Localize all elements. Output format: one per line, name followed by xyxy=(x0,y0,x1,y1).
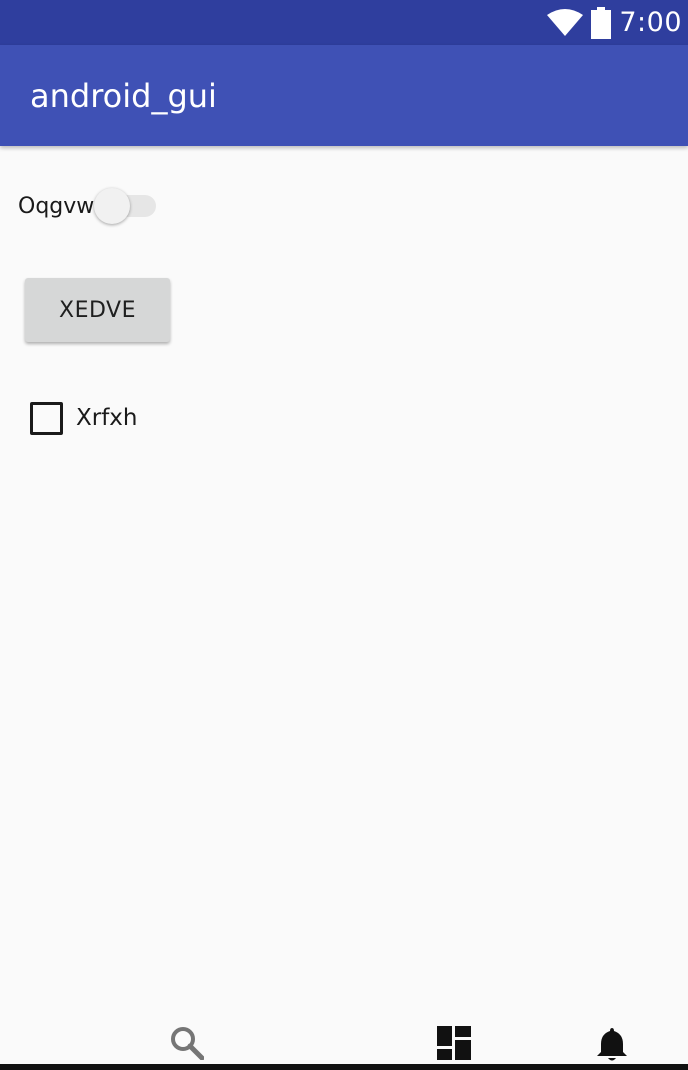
app-title: android_gui xyxy=(30,76,217,115)
status-bar: 7:00 xyxy=(0,0,688,45)
status-time: 7:00 xyxy=(619,7,682,38)
checkbox[interactable] xyxy=(30,401,63,435)
switch-row[interactable]: Oqgvw xyxy=(18,186,158,226)
checkbox-row[interactable]: Xrfxh xyxy=(30,400,138,436)
checkbox-label: Xrfxh xyxy=(76,405,138,431)
battery-icon xyxy=(591,6,612,39)
switch-thumb[interactable] xyxy=(94,188,131,224)
app-bar: android_gui xyxy=(0,45,688,146)
bottom-icon-bar xyxy=(0,1020,688,1064)
switch-label: Oqgvw xyxy=(18,193,95,219)
xedve-button[interactable]: XEDVE xyxy=(25,278,170,342)
wifi-icon xyxy=(547,8,584,36)
notification-bell-icon[interactable] xyxy=(596,1026,628,1062)
search-icon[interactable] xyxy=(170,1026,204,1060)
bottom-edge xyxy=(0,1064,688,1070)
toggle-switch[interactable] xyxy=(94,186,158,226)
dashboard-icon[interactable] xyxy=(437,1026,471,1060)
